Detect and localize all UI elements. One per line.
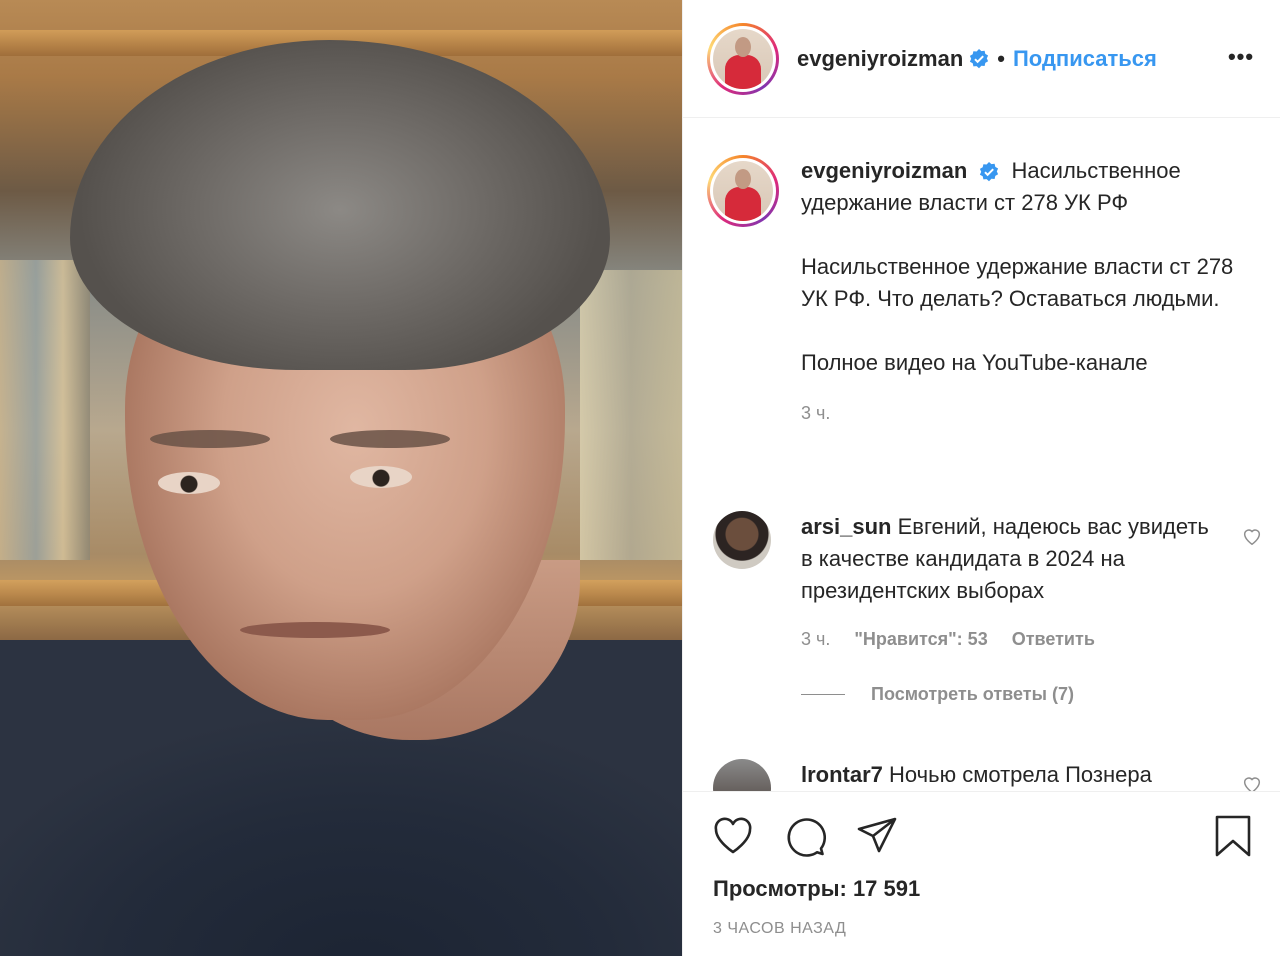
- verified-badge-icon: [979, 162, 999, 182]
- photo-eye: [158, 472, 220, 494]
- views-count[interactable]: Просмотры: 17 591: [713, 876, 920, 902]
- comment-item: arsi_sun Евгений, надеюсь вас увидеть в …: [707, 511, 1263, 705]
- post-timestamp[interactable]: 3 ЧАСОВ НАЗАД: [713, 920, 846, 938]
- post-side-panel: evgeniyroizman • Подписаться ••• evgeniy…: [682, 0, 1280, 956]
- caption-body: Насильственное удержание власти ст 278 У…: [801, 254, 1234, 311]
- photo-bg-books: [0, 260, 90, 560]
- author-avatar[interactable]: [707, 22, 779, 95]
- comment-time[interactable]: 3 ч.: [801, 629, 830, 650]
- comment-bubble-icon[interactable]: [783, 814, 827, 858]
- commenter-avatar[interactable]: [713, 759, 771, 791]
- comment-like-icon[interactable]: [1241, 773, 1263, 791]
- photo-brow: [150, 430, 270, 448]
- reply-button[interactable]: Ответить: [1012, 629, 1095, 650]
- comment-text: Ночью смотрела Познера: [889, 762, 1152, 787]
- verified-badge-icon: [969, 48, 989, 69]
- view-replies-label: Посмотреть ответы (7): [871, 684, 1074, 704]
- post-photo[interactable]: [0, 0, 682, 956]
- more-options-icon[interactable]: •••: [1225, 44, 1257, 72]
- caption-username[interactable]: evgeniyroizman: [801, 158, 967, 183]
- caption-link-line: Полное видео на YouTube-канале: [801, 350, 1148, 375]
- header-separator: •: [997, 45, 1005, 71]
- like-heart-icon[interactable]: [711, 814, 755, 858]
- follow-button[interactable]: Подписаться: [1013, 46, 1157, 72]
- share-paper-plane-icon[interactable]: [855, 814, 899, 858]
- photo-brow: [330, 430, 450, 448]
- post-header: evgeniyroizman • Подписаться •••: [683, 0, 1280, 118]
- commenter-username[interactable]: arsi_sun: [801, 514, 892, 539]
- photo-hair: [70, 40, 610, 370]
- photo-eye: [350, 466, 412, 488]
- comments-list[interactable]: evgeniyroizman Насильственное удержание …: [683, 119, 1280, 791]
- photo-bg-books: [580, 270, 682, 560]
- commenter-username[interactable]: lrontar7: [801, 762, 883, 787]
- replies-divider: [801, 694, 845, 695]
- caption-time[interactable]: 3 ч.: [801, 403, 1263, 424]
- author-username[interactable]: evgeniyroizman: [797, 46, 963, 72]
- action-bar: [711, 814, 1257, 858]
- save-bookmark-icon[interactable]: [1211, 814, 1255, 858]
- photo-mouth: [240, 622, 390, 638]
- post-footer: Просмотры: 17 591 3 ЧАСОВ НАЗАД: [683, 791, 1280, 956]
- post-caption: evgeniyroizman Насильственное удержание …: [707, 155, 1263, 424]
- view-replies-button[interactable]: Посмотреть ответы (7): [801, 684, 1263, 705]
- comment-item: lrontar7 Ночью смотрела Познера: [707, 759, 1263, 791]
- comment-like-icon[interactable]: [1241, 525, 1263, 547]
- caption-avatar[interactable]: [707, 155, 779, 227]
- commenter-avatar[interactable]: [713, 511, 771, 569]
- comment-likes[interactable]: "Нравится": 53: [854, 629, 987, 650]
